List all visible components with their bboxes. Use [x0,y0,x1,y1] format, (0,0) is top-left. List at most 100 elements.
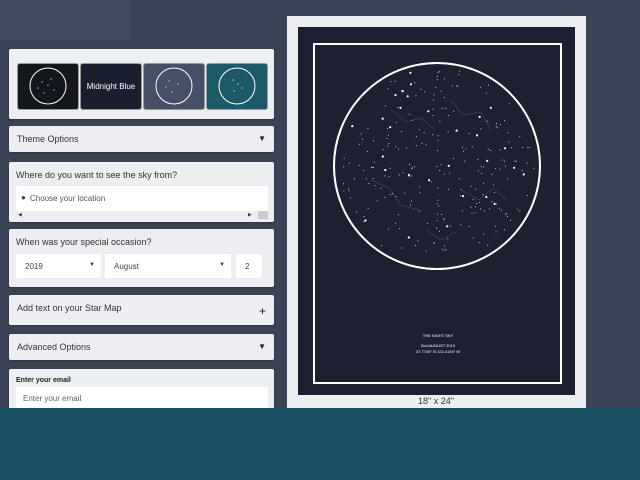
star-dot [479,202,481,203]
star-dot [384,105,386,107]
star-dot [364,219,367,222]
star-dot [480,86,482,88]
header-strip [0,0,130,40]
star-dot [468,133,470,134]
star-dot [416,145,417,147]
mini-star-map-icon [29,67,67,105]
star-dot [390,81,392,83]
star-dot [527,147,529,149]
star-dot [501,209,502,211]
star-dot [387,134,389,136]
star-dot [464,160,466,162]
star-dot [371,166,373,168]
email-field[interactable]: Enter your email [16,387,268,409]
star-dot [437,199,439,201]
day-input[interactable]: 2 [236,254,262,278]
star-dot [384,196,386,198]
star-dot [465,148,467,150]
star-dot [476,202,478,204]
star-dot [451,85,453,87]
poster-coordinates: 37.7749° N 122.4194° W [415,349,461,354]
star-dot [418,129,420,131]
star-dot [387,228,389,230]
star-dot [456,85,458,87]
star-dot [414,244,416,246]
star-dot [436,78,438,80]
star-dot [395,196,397,197]
star-dot [444,245,445,247]
year-select[interactable]: 2019 ▼ [16,254,101,278]
theme-thumb-teal[interactable] [206,63,268,110]
theme-thumb-classic[interactable] [17,63,79,110]
star-dot [462,210,463,212]
star-dot [483,166,485,168]
star-dot [486,120,488,122]
star-dot [459,70,461,72]
star-dot [440,164,442,166]
star-dot [471,212,473,214]
star-dot [389,194,391,196]
star-dot [373,166,374,168]
star-dot [411,175,413,177]
star-dot [354,178,355,180]
month-select[interactable]: August ▼ [105,254,231,278]
date-question: When was your special occasion? [16,237,152,247]
star-dot [427,222,428,224]
star-dot [496,127,498,129]
star-dot [504,165,506,167]
add-text-toggle[interactable]: Add text on your Star Map + [9,295,274,325]
day-value: 2 [245,262,250,271]
star-dot [386,138,388,139]
advanced-options-toggle[interactable]: Advanced Options ▼ [9,334,274,360]
star-dot [430,181,432,183]
star-dot [409,163,411,165]
poster-date: 2nd AUGUST 2019 [420,343,456,348]
star-dot [401,90,404,93]
star-dot [360,133,362,135]
theme-options-label: Theme Options [17,134,79,144]
star-dot [443,218,445,220]
star-dot [489,106,492,109]
star-dot [517,209,519,210]
star-dot [504,160,506,162]
horizontal-scrollbar[interactable]: ◀ ▶ [16,211,268,219]
star-dot [356,211,358,213]
star-dot [419,186,421,188]
plus-icon: + [258,304,266,318]
star-dot [506,215,508,217]
star-dot [437,135,439,137]
star-dot [424,91,426,93]
star-dot [522,173,525,176]
star-dot [381,245,383,246]
star-dot [489,208,490,210]
star-dot [521,170,523,171]
location-input[interactable]: ● Choose your location [16,186,268,211]
location-placeholder: Choose your location [30,194,106,203]
theme-options-toggle[interactable]: Theme Options ▼ [9,126,274,152]
star-dot [436,227,438,229]
star-dot [503,147,507,150]
star-dot [376,200,378,202]
star-dot [478,242,480,244]
star-dot [358,143,360,145]
scroll-right-icon[interactable]: ▶ [248,212,252,218]
star-dot [401,247,403,249]
star-dot [526,194,528,196]
star-dot [494,192,496,193]
theme-thumb-midnight-blue[interactable]: Midnight Blue [80,63,142,110]
star-dot [425,144,427,146]
star-dot [387,88,389,90]
star-dot [348,187,350,189]
star-dot [343,166,345,168]
star-dot [386,128,388,130]
star-dot [384,175,386,177]
star-dot [493,202,496,205]
star-dot [490,150,492,151]
theme-thumb-grey[interactable] [143,63,205,110]
month-value: August [114,262,139,271]
scroll-left-icon[interactable]: ◀ [18,212,22,218]
star-dot [435,87,437,89]
star-dot [395,121,397,123]
star-dot [410,204,411,206]
star-dot [343,190,345,192]
